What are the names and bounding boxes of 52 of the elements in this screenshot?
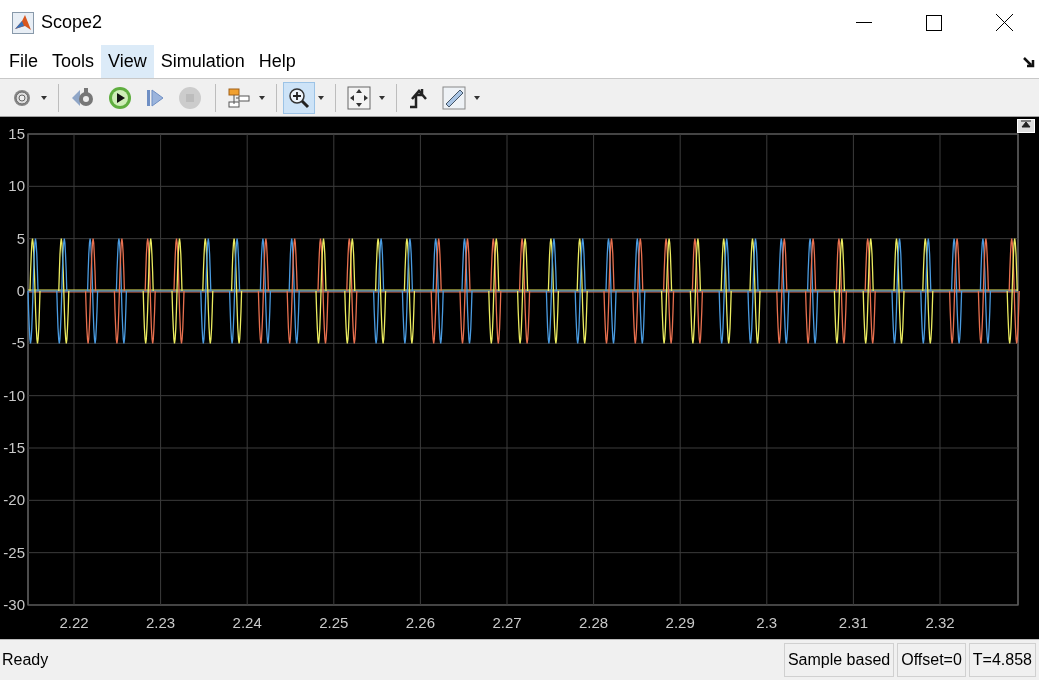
y-tick-label: 15 xyxy=(8,125,25,142)
caret-icon xyxy=(41,95,47,100)
trigger-icon xyxy=(408,86,430,109)
menu-item[interactable]: View xyxy=(101,45,154,78)
toolbar-button[interactable] xyxy=(283,81,315,114)
step-back-icon xyxy=(70,86,96,109)
x-tick-label: 2.24 xyxy=(232,614,262,631)
caret-icon xyxy=(474,95,480,100)
status-field: Offset=0 xyxy=(897,643,966,677)
x-tick-label: 2.27 xyxy=(492,614,522,631)
y-tick-label: -25 xyxy=(3,543,25,561)
y-tick-label: 10 xyxy=(8,177,25,195)
x-tick-label: 2.28 xyxy=(579,614,609,631)
ruler-icon xyxy=(442,85,466,110)
undock-icon[interactable] xyxy=(1017,119,1035,133)
status-field: T=4.858 xyxy=(968,643,1036,677)
x-tick-label: 2.22 xyxy=(59,614,89,631)
fit-to-view-icon xyxy=(347,85,371,110)
expand-arrow-icon[interactable] xyxy=(1023,55,1035,68)
minimize-icon xyxy=(856,21,872,24)
y-tick-label: -5 xyxy=(11,334,25,352)
close-icon xyxy=(995,14,1013,31)
caret-icon xyxy=(318,95,324,100)
window-title: Scope2 xyxy=(41,11,103,34)
step-forward-icon xyxy=(144,86,166,109)
zoom-in-icon xyxy=(288,86,310,109)
x-tick-label: 2.31 xyxy=(838,614,868,631)
status-field: Sample based xyxy=(783,643,895,677)
x-tick-label: 2.3 xyxy=(756,614,778,631)
y-tick-label: 0 xyxy=(16,282,25,299)
app-logo-icon xyxy=(12,11,34,34)
y-tick-label: -30 xyxy=(3,596,25,613)
menu-item[interactable]: Help xyxy=(251,45,303,78)
menu-item[interactable]: File xyxy=(2,45,45,78)
x-tick-label: 2.26 xyxy=(405,614,435,631)
menu-item[interactable]: Simulation xyxy=(153,45,252,78)
x-tick-label: 2.29 xyxy=(665,614,695,631)
y-tick-label: -20 xyxy=(3,491,25,509)
y-tick-label: -15 xyxy=(3,439,25,456)
y-tick-label: -10 xyxy=(3,386,25,404)
play-icon xyxy=(108,85,132,110)
x-tick-label: 2.25 xyxy=(319,614,349,631)
maximize-icon xyxy=(926,14,942,31)
menu-item[interactable]: Tools xyxy=(45,45,102,78)
caret-icon xyxy=(379,95,385,100)
x-tick-label: 2.32 xyxy=(925,614,955,631)
status-text: Ready xyxy=(1,650,50,670)
block-diagram-icon xyxy=(227,86,251,109)
stop-icon xyxy=(178,85,202,110)
x-tick-label: 2.23 xyxy=(146,614,176,631)
y-tick-label: 5 xyxy=(16,229,25,247)
caret-icon xyxy=(259,95,265,100)
